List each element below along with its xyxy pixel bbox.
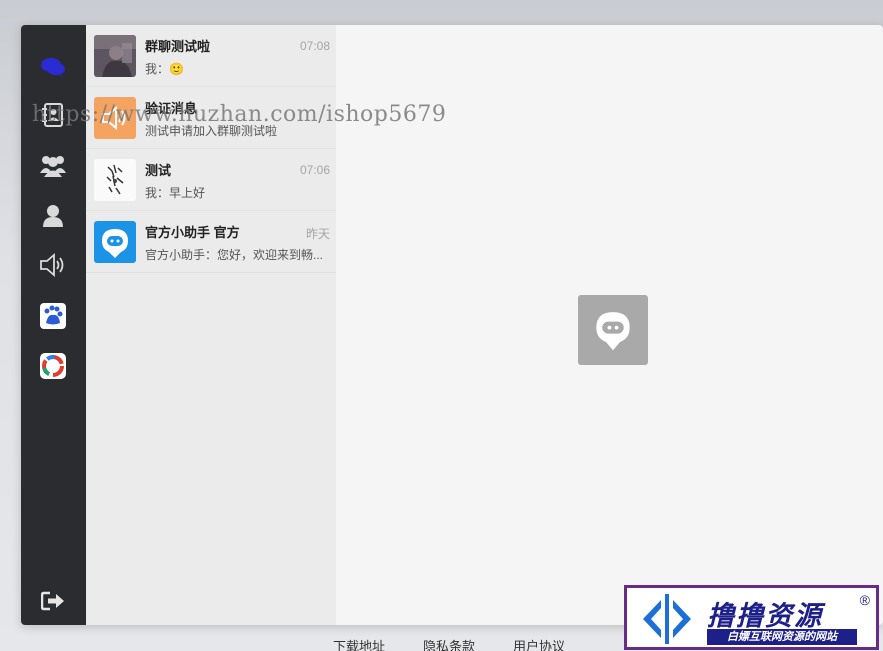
chat-name: 测试	[145, 163, 172, 178]
chat-last-message: 官方小助手：您好，欢迎来到畅...	[145, 248, 324, 262]
registered-mark: ®	[859, 592, 870, 608]
group-icon[interactable]	[37, 149, 69, 181]
chat-time: 07:06	[299, 163, 330, 177]
chat-name: 群聊测试啦	[145, 39, 211, 54]
app-icon[interactable]	[37, 350, 69, 382]
chat-last-message: 我：早上好	[145, 186, 206, 200]
user-agreement-link[interactable]: 用户协议	[513, 636, 565, 651]
download-link[interactable]: 下载地址	[333, 636, 385, 651]
chat-time: 昨天	[305, 227, 330, 241]
chat-last-message: 我：🙂	[145, 60, 331, 77]
chat-name: 验证消息	[145, 101, 198, 116]
logout-icon[interactable]	[37, 585, 69, 617]
brand-name: 撸撸资源	[707, 601, 823, 631]
privacy-link[interactable]: 隐私条款	[423, 636, 475, 651]
chat-item-group-test[interactable]: 群聊测试啦 07:08 我：🙂	[86, 25, 336, 87]
empty-chat-logo-icon	[578, 295, 648, 365]
verification-avatar	[94, 97, 136, 139]
chat-time: 07:08	[299, 39, 330, 53]
test-avatar	[94, 159, 136, 201]
contacts-book-icon[interactable]	[37, 99, 69, 131]
brand-badge: 撸撸资源 ® 白嫖互联网资源的网站	[624, 585, 879, 650]
chat-last-message: 测试申请加入群聊测试啦	[145, 124, 278, 138]
official-assistant-avatar	[94, 221, 136, 263]
chat-bubble-icon[interactable]	[37, 51, 69, 83]
chat-item-test[interactable]: 测试 07:06 我：早上好	[86, 149, 336, 211]
user-icon[interactable]	[37, 200, 69, 232]
speaker-icon[interactable]	[37, 249, 69, 281]
brand-tagline: 白嫖互联网资源的网站	[707, 629, 857, 645]
chat-item-official-assistant[interactable]: 官方小助手 官方 昨天 官方小助手：您好，欢迎来到畅...	[86, 211, 336, 273]
chat-item-verification[interactable]: 验证消息 测试申请加入群聊测试啦	[86, 87, 336, 149]
chat-message-text: 我：	[145, 62, 170, 76]
chat-window: 群聊测试啦 07:08 我：🙂 验证消息 测试申请加入群聊测试啦 测试 07:0…	[21, 25, 883, 625]
chat-name: 官方小助手 官方	[145, 225, 240, 240]
brand-logo-icon	[643, 594, 691, 644]
sidebar-rail	[21, 25, 86, 625]
conversation-list: 群聊测试啦 07:08 我：🙂 验证消息 测试申请加入群聊测试啦 测试 07:0…	[86, 25, 336, 625]
group-avatar	[94, 35, 136, 77]
smiley-emoji-icon: 🙂	[169, 62, 184, 76]
baidu-icon[interactable]	[37, 300, 69, 332]
